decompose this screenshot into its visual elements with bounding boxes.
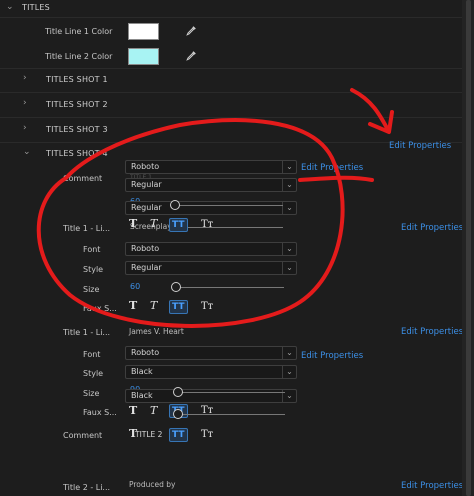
red-annotation-overlay bbox=[36, 88, 394, 328]
annotation-circle bbox=[36, 118, 345, 328]
annotation-circle-tail bbox=[298, 175, 374, 182]
